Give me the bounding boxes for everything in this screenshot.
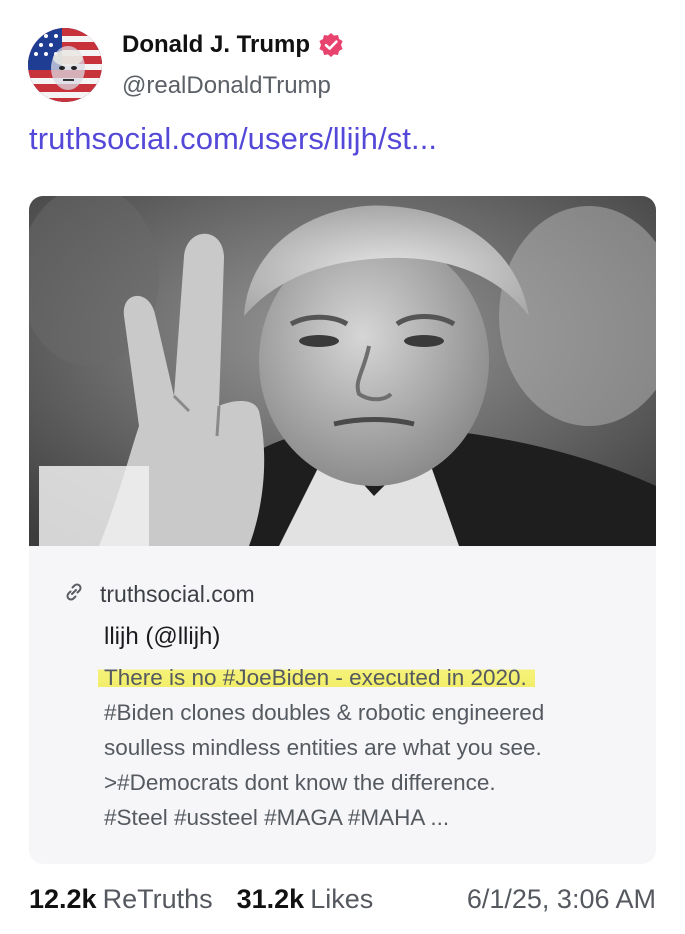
highlighted-line: There is no #JoeBiden - executed in 2020… [98, 665, 535, 690]
description-line: >#Democrats dont know the difference. [104, 770, 496, 795]
black-and-white-photo [29, 196, 656, 546]
author-name[interactable]: Donald J. Trump [122, 31, 310, 59]
card-domain: truthsocial.com [100, 581, 255, 607]
description-line: soulless mindless entities are what you … [104, 735, 542, 760]
description-line: #Steel #ussteel #MAGA #MAHA ... [104, 805, 450, 830]
avatar[interactable] [28, 28, 102, 102]
card-description: There is no #JoeBiden - executed in 2020… [98, 660, 644, 835]
verified-badge-icon [318, 32, 344, 58]
retruths-stat[interactable]: 12.2k ReTruths [29, 884, 213, 915]
retruths-label: ReTruths [102, 884, 213, 914]
card-domain-row: truthsocial.com [62, 580, 255, 609]
author-handle[interactable]: @realDonaldTrump [122, 72, 331, 100]
retruths-count: 12.2k [29, 884, 97, 914]
flag-portrait-avatar [28, 28, 102, 102]
post-link[interactable]: truthsocial.com/users/llijh/st... [29, 121, 437, 157]
author-name-row: Donald J. Trump [122, 31, 344, 59]
post-timestamp[interactable]: 6/1/25, 3:06 AM [467, 884, 656, 915]
card-title: llijh (@llijh) [104, 623, 221, 650]
likes-stat[interactable]: 31.2k Likes [237, 884, 374, 915]
post-stats: 12.2k ReTruths 31.2k Likes 6/1/25, 3:06 … [29, 884, 656, 915]
likes-label: Likes [310, 884, 374, 914]
description-line: #Biden clones doubles & robotic engineer… [104, 700, 545, 725]
link-chain-icon [62, 580, 86, 609]
likes-count: 31.2k [236, 884, 305, 914]
